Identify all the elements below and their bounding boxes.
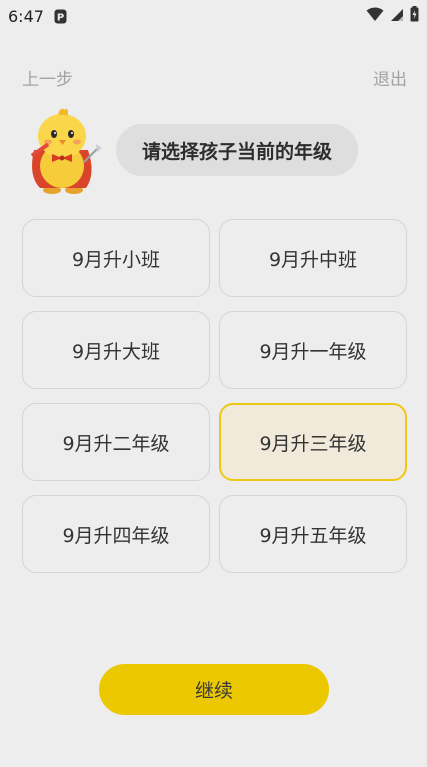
- grade-option-6[interactable]: 9月升三年级: [219, 403, 407, 481]
- parking-icon: P: [54, 8, 68, 24]
- chick-mascot-icon: [22, 104, 106, 196]
- prompt-bubble: 请选择孩子当前的年级: [116, 124, 358, 176]
- grade-option-1[interactable]: 9月升小班: [22, 219, 210, 297]
- grade-options: 9月升小班 9月升中班 9月升大班 9月升一年级 9月升二年级 9月升三年级 9…: [22, 219, 407, 573]
- svg-text:P: P: [57, 12, 64, 23]
- grade-option-4[interactable]: 9月升一年级: [219, 311, 407, 389]
- grade-option-2[interactable]: 9月升中班: [219, 219, 407, 297]
- signal-icon: [390, 7, 404, 26]
- grade-option-8[interactable]: 9月升五年级: [219, 495, 407, 573]
- grade-option-7[interactable]: 9月升四年级: [22, 495, 210, 573]
- status-bar: 6:47 P: [0, 0, 427, 32]
- wifi-icon: [366, 7, 384, 26]
- back-button[interactable]: 上一步: [22, 65, 73, 90]
- battery-icon: [410, 6, 419, 26]
- grade-option-3[interactable]: 9月升大班: [22, 311, 210, 389]
- exit-button[interactable]: 退出: [373, 65, 407, 90]
- continue-button[interactable]: 继续: [99, 664, 329, 715]
- status-time: 6:47: [8, 6, 44, 26]
- grade-option-5[interactable]: 9月升二年级: [22, 403, 210, 481]
- top-nav: 上一步 退出: [22, 64, 407, 90]
